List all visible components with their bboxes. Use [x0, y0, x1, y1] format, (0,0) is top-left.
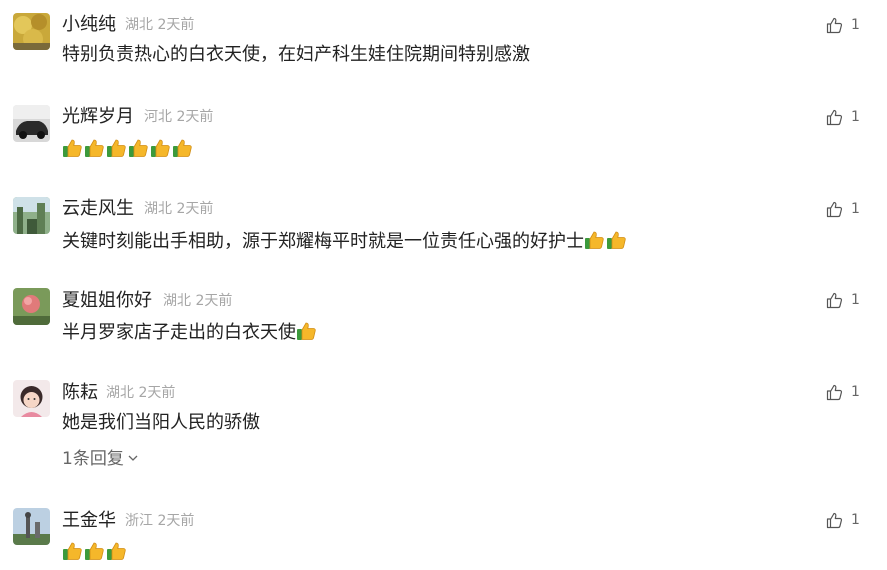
- comment-meta: 湖北 2天前: [163, 290, 232, 312]
- thumbs-up-outline-icon: [826, 109, 843, 125]
- avatar[interactable]: [13, 197, 50, 234]
- comment-meta: 湖北 2天前: [106, 382, 175, 404]
- comment-text-body: 关键时刻能出手相助，源于郑耀梅平时就是一位责任心强的好护士: [62, 231, 584, 252]
- user-name[interactable]: 光辉岁月: [62, 106, 134, 128]
- timestamp: 2天前: [176, 201, 214, 217]
- like-button[interactable]: 1: [826, 381, 860, 403]
- comment-meta: 湖北 2天前: [125, 14, 194, 36]
- comment-meta: 湖北 2天前: [144, 198, 213, 220]
- comment-meta: 浙江 2天前: [125, 510, 194, 532]
- comment-text: 关键时刻能出手相助，源于郑耀梅平时就是一位责任心强的好护士: [62, 229, 628, 254]
- user-name[interactable]: 云走风生: [62, 198, 134, 220]
- thumbs-up-emoji-icon: [62, 540, 84, 562]
- timestamp: 2天前: [157, 513, 195, 529]
- like-button[interactable]: 1: [826, 106, 860, 128]
- like-count: 1: [851, 384, 860, 400]
- thumbs-up-emoji-icon: [84, 540, 106, 562]
- like-count: 1: [851, 201, 860, 217]
- avatar[interactable]: [13, 288, 50, 325]
- comment-text: 特别负责热心的白衣天使，在妇产科生娃住院期间特别感激: [62, 44, 530, 65]
- thumbs-up-emoji-icon: [62, 137, 84, 159]
- thumbs-up-emoji-icon: [172, 137, 194, 159]
- avatar[interactable]: [13, 13, 50, 50]
- location: 河北: [144, 109, 172, 125]
- thumbs-up-emoji-icon: [584, 229, 606, 251]
- comment-text: 半月罗家店子走出的白衣天使: [62, 320, 318, 345]
- timestamp: 2天前: [195, 293, 233, 309]
- user-name[interactable]: 王金华: [62, 510, 116, 532]
- avatar[interactable]: [13, 105, 50, 142]
- like-count: 1: [851, 292, 860, 308]
- thumbs-up-outline-icon: [826, 384, 843, 400]
- thumbs-up-emoji-icon: [106, 540, 128, 562]
- thumbs-up-emoji-icon: [106, 137, 128, 159]
- like-count: 1: [851, 17, 860, 33]
- like-button[interactable]: 1: [826, 14, 860, 36]
- comment-text: 她是我们当阳人民的骄傲: [62, 412, 260, 433]
- thumbs-up-outline-icon: [826, 512, 843, 528]
- thumbs-up-outline-icon: [826, 292, 843, 308]
- thumbs-up-emoji-icon: [606, 229, 628, 251]
- user-name[interactable]: 夏姐姐你好: [62, 290, 152, 312]
- like-button[interactable]: 1: [826, 509, 860, 531]
- comment-emojis: [62, 137, 194, 162]
- like-button[interactable]: 1: [826, 198, 860, 220]
- location: 湖北: [106, 385, 134, 401]
- like-button[interactable]: 1: [826, 289, 860, 311]
- avatar[interactable]: [13, 508, 50, 545]
- location: 湖北: [163, 293, 191, 309]
- thumbs-up-outline-icon: [826, 17, 843, 33]
- comment-emojis: [296, 322, 318, 343]
- like-count: 1: [851, 512, 860, 528]
- user-name[interactable]: 陈耘: [62, 382, 98, 404]
- timestamp: 2天前: [138, 385, 176, 401]
- replies-label: 1条回复: [62, 449, 124, 469]
- location: 浙江: [125, 513, 153, 529]
- comment-meta: 河北 2天前: [144, 106, 213, 128]
- location: 湖北: [125, 17, 153, 33]
- thumbs-up-emoji-icon: [84, 137, 106, 159]
- avatar[interactable]: [13, 380, 50, 417]
- chevron-down-icon: [128, 455, 138, 461]
- timestamp: 2天前: [157, 17, 195, 33]
- like-count: 1: [851, 109, 860, 125]
- replies-toggle[interactable]: 1条回复: [62, 447, 138, 471]
- thumbs-up-outline-icon: [826, 201, 843, 217]
- thumbs-up-emoji-icon: [128, 137, 150, 159]
- comment-text-body: 半月罗家店子走出的白衣天使: [62, 322, 296, 343]
- thumbs-up-emoji-icon: [150, 137, 172, 159]
- location: 湖北: [144, 201, 172, 217]
- comment-emojis: [584, 231, 628, 252]
- user-name[interactable]: 小纯纯: [62, 14, 116, 36]
- comment-emojis: [62, 540, 128, 565]
- thumbs-up-emoji-icon: [296, 320, 318, 342]
- timestamp: 2天前: [176, 109, 214, 125]
